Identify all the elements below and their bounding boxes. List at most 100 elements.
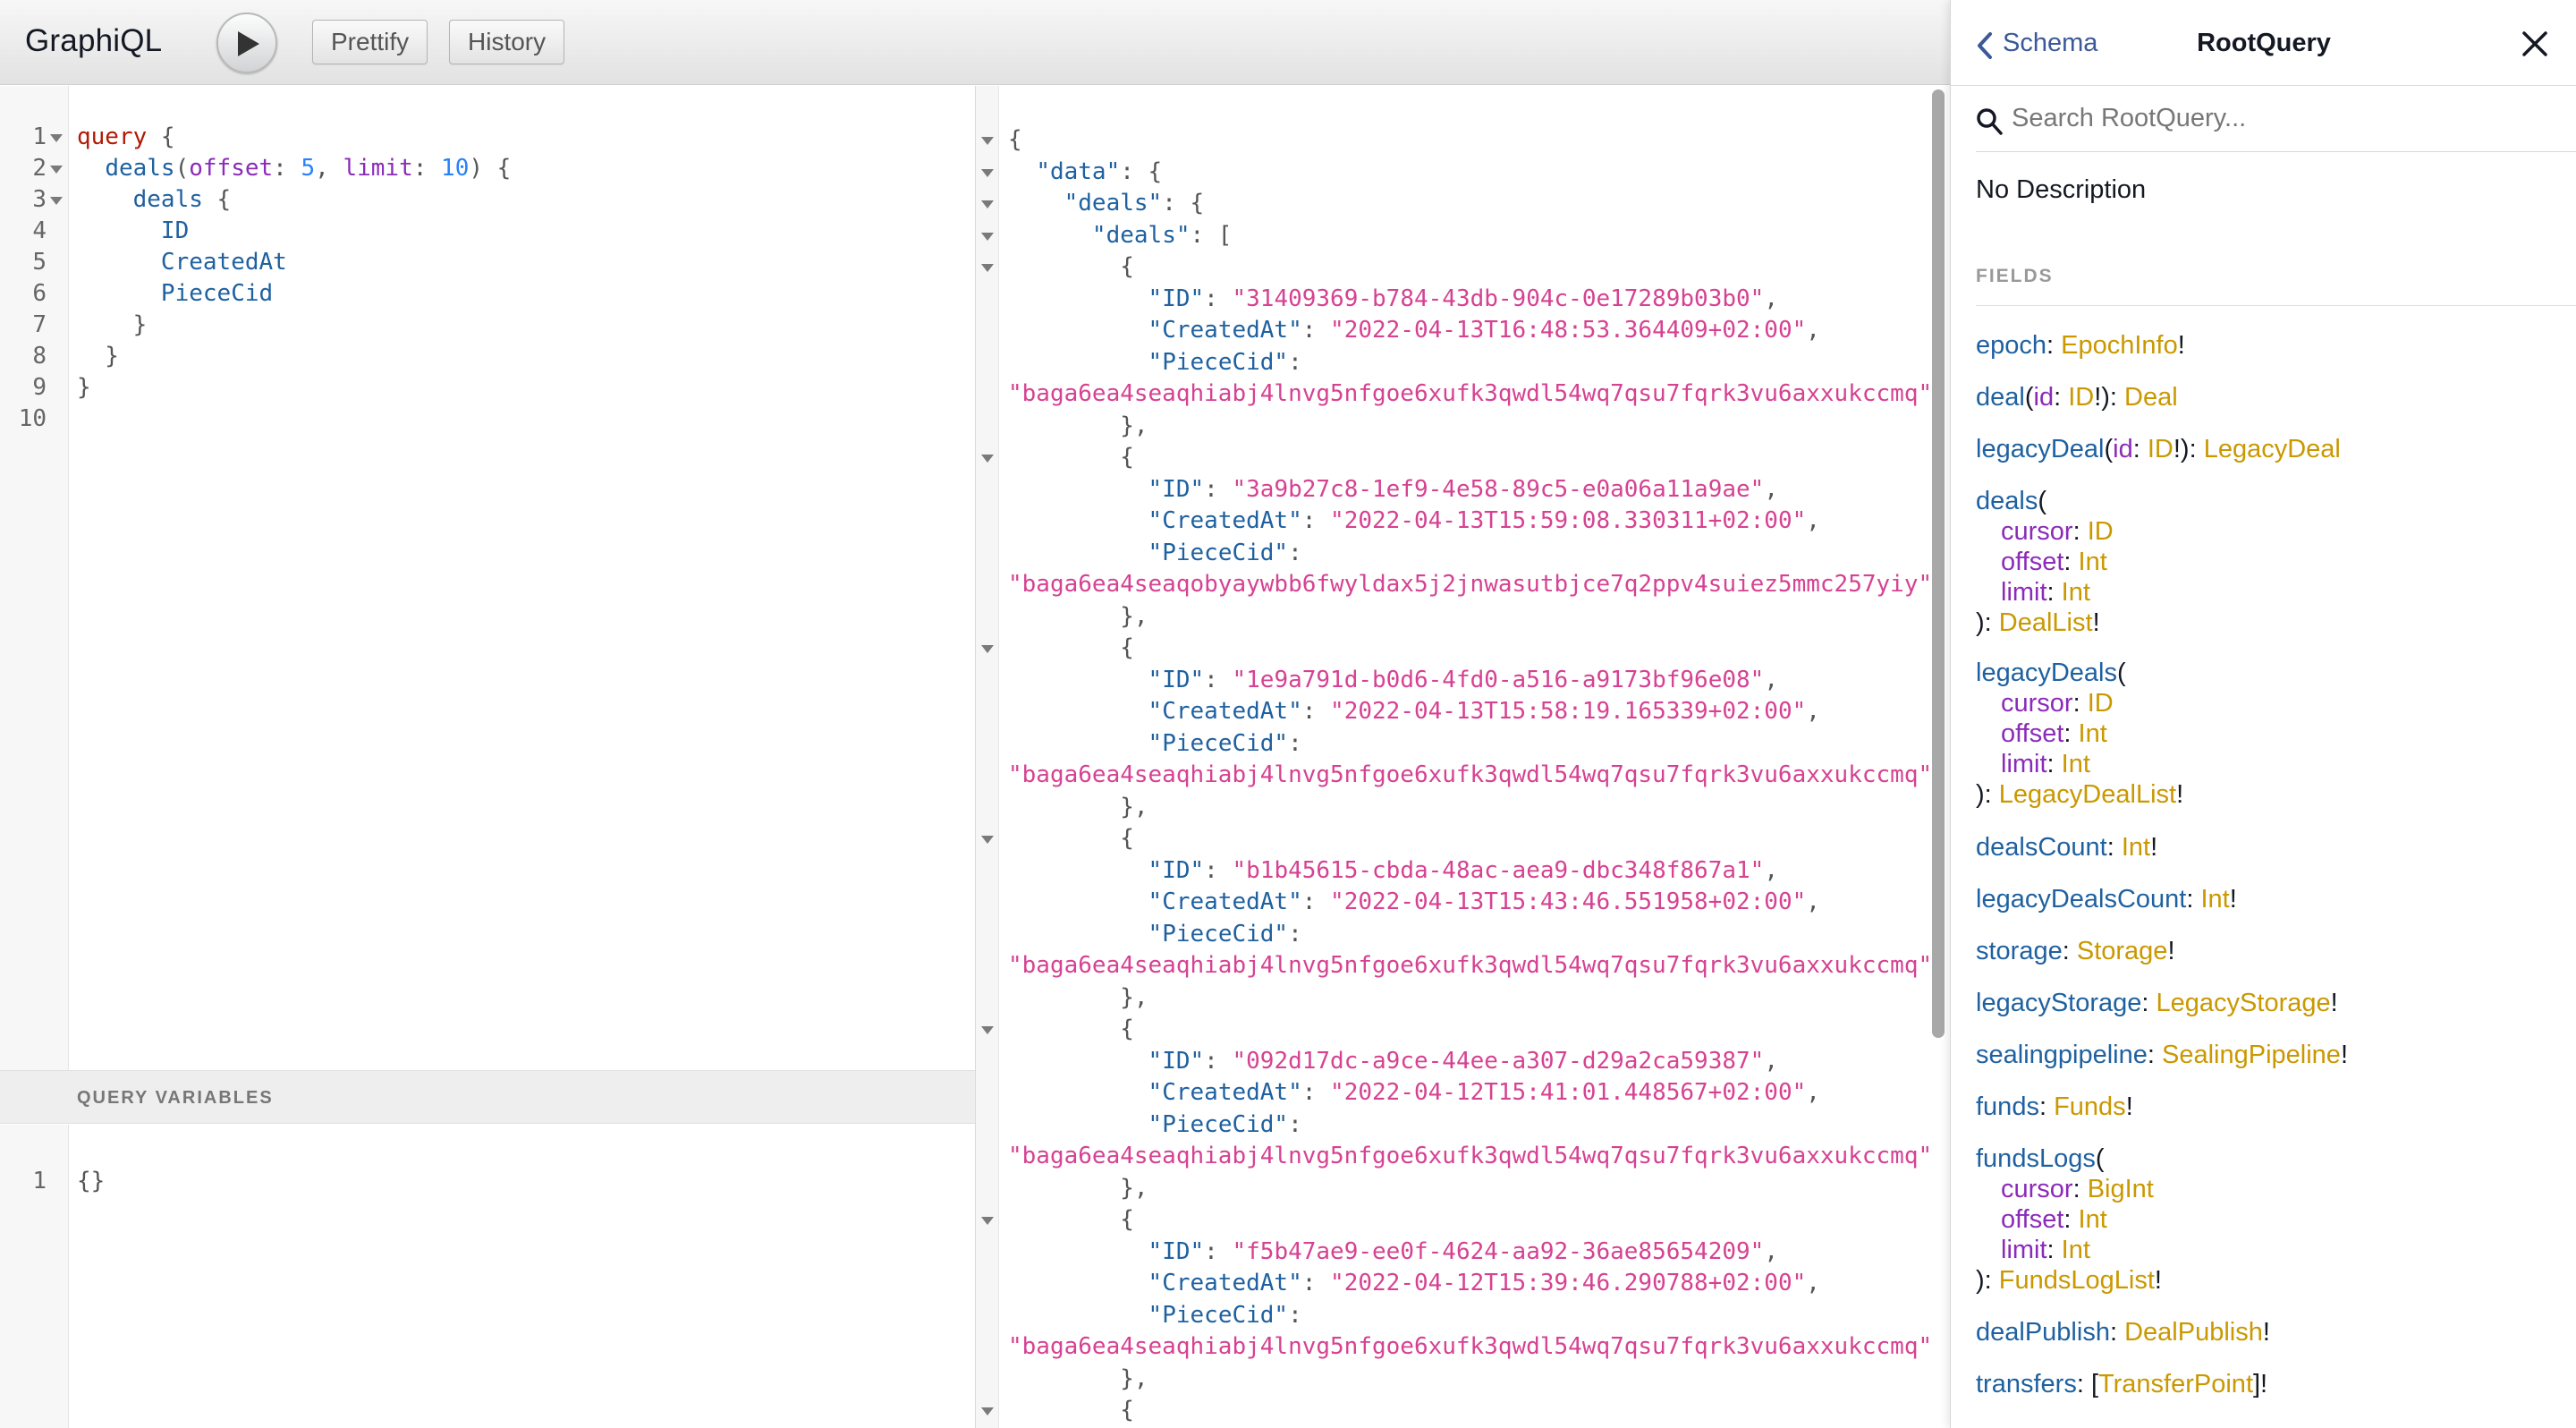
query-editor[interactable]: 1 query { 2 deals(offset: 5, limit: 10) …	[0, 86, 975, 1070]
code-text: {	[1008, 1016, 1134, 1042]
code-text: "baga6ea4seaqhiabj4lnvg5nfgoe6xufk3qwdl5…	[1008, 1333, 1932, 1360]
json-key: "data"	[1036, 157, 1121, 185]
field-name-link[interactable]: legacyDeal	[1976, 435, 2104, 463]
argument-token: offset	[189, 155, 274, 182]
type-link[interactable]: DealList	[1999, 608, 2093, 637]
result-line: "baga6ea4seaqhiabj4lnvg5nfgoe6xufk3qwdl5…	[976, 380, 1950, 412]
type-link[interactable]: ID	[2088, 689, 2114, 718]
type-link[interactable]: Int	[2062, 578, 2090, 607]
fold-arrow-icon[interactable]	[981, 232, 994, 241]
json-key: "PieceCid"	[1148, 729, 1289, 757]
type-link[interactable]: ID	[2148, 435, 2174, 463]
line-number: 3	[32, 186, 47, 213]
json-key: "CreatedAt"	[1148, 1079, 1302, 1106]
number-token: 10	[441, 155, 470, 182]
type-link[interactable]: Storage	[2077, 937, 2168, 965]
code-text: "ID": "f5b47ae9-ee0f-4624-aa92-36ae85654…	[1148, 1237, 1778, 1265]
result-viewer[interactable]: { "data": { "deals": { "deals": [ { "ID"…	[975, 86, 1950, 1428]
field-name-link[interactable]: deals	[1976, 487, 2038, 515]
field-name-link[interactable]: fundsLogs	[1976, 1144, 2096, 1173]
json-key: "PieceCid"	[1148, 920, 1289, 948]
type-link[interactable]: Int	[2062, 750, 2090, 778]
type-link[interactable]: LegacyDeal	[2204, 435, 2341, 463]
code-text: "ID": "092d17dc-a9ce-44ee-a307-d29a2ca59…	[1148, 1047, 1778, 1075]
fold-arrow-icon[interactable]	[981, 137, 994, 145]
result-line: "PieceCid":	[976, 730, 1950, 761]
type-link[interactable]: Int	[2079, 548, 2107, 576]
field-name-link[interactable]: transfers	[1976, 1370, 2077, 1398]
field-name-link[interactable]: dealsCount	[1976, 833, 2107, 862]
query-variables-header[interactable]: QUERY VARIABLES	[0, 1070, 975, 1124]
prettify-button[interactable]: Prettify	[312, 20, 428, 64]
field-name-link[interactable]: legacyStorage	[1976, 989, 2141, 1017]
fold-arrow-icon[interactable]	[50, 197, 63, 205]
type-link[interactable]: LegacyStorage	[2157, 989, 2331, 1017]
type-link[interactable]: ID	[2088, 517, 2114, 546]
line-number: 4	[32, 217, 47, 244]
history-button[interactable]: History	[449, 20, 565, 64]
type-link[interactable]: Int	[2200, 885, 2229, 914]
field-name-link[interactable]: deal	[1976, 383, 2025, 412]
argument-name: id	[2033, 383, 2055, 412]
type-link[interactable]: Int	[2062, 1236, 2090, 1264]
fold-arrow-icon[interactable]	[981, 836, 994, 844]
fold-arrow-icon[interactable]	[981, 168, 994, 177]
result-line: "CreatedAt": "2022-04-12T15:41:01.448567…	[976, 1079, 1950, 1110]
result-scrollbar[interactable]	[1932, 89, 1945, 1038]
type-link[interactable]: TransferPoint	[2098, 1370, 2253, 1398]
field-token: ID	[160, 217, 190, 244]
fold-arrow-icon[interactable]	[50, 134, 63, 142]
type-link[interactable]: Int	[2122, 833, 2150, 862]
fold-arrow-icon[interactable]	[981, 1217, 994, 1225]
code-text: "ID": "31409369-b784-43db-904c-0e17289b0…	[1148, 285, 1778, 312]
fold-arrow-icon[interactable]	[981, 200, 994, 208]
type-link[interactable]: ID	[2068, 383, 2094, 412]
type-link[interactable]: LegacyDealList	[1999, 780, 2176, 809]
variables-editor[interactable]: 1 {}	[0, 1125, 975, 1428]
type-link[interactable]: BigInt	[2088, 1175, 2154, 1203]
field-name-link[interactable]: sealingpipeline	[1976, 1041, 2148, 1069]
fold-arrow-icon[interactable]	[981, 645, 994, 653]
close-docs-button[interactable]	[2521, 30, 2548, 57]
type-link[interactable]: EpochInfo	[2061, 331, 2178, 360]
field-name-link[interactable]: storage	[1976, 937, 2063, 965]
result-line: },	[976, 984, 1950, 1016]
type-link[interactable]: Int	[2079, 1205, 2107, 1234]
docs-search-input[interactable]	[2012, 100, 2566, 136]
result-line: "baga6ea4seaqhiabj4lnvg5nfgoe6xufk3qwdl5…	[976, 1333, 1950, 1364]
fold-arrow-icon[interactable]	[981, 1026, 994, 1034]
type-link[interactable]: DealPublish	[2124, 1318, 2263, 1347]
type-link[interactable]: Deal	[2124, 383, 2178, 412]
execute-query-button[interactable]	[216, 13, 277, 73]
docs-title: RootQuery	[2197, 29, 2331, 57]
code-text: },	[1008, 1174, 1148, 1202]
line-number: 9	[32, 374, 47, 401]
json-key: "CreatedAt"	[1148, 1270, 1302, 1296]
field-name-link[interactable]: dealPublish	[1976, 1318, 2110, 1347]
field-name-link[interactable]: funds	[1976, 1092, 2039, 1121]
field-name-link[interactable]: epoch	[1976, 331, 2046, 360]
type-link[interactable]: Funds	[2054, 1092, 2126, 1121]
code-text: {	[1008, 253, 1134, 280]
code-line: 1 {}	[0, 1168, 975, 1199]
fold-arrow-icon[interactable]	[981, 1407, 994, 1415]
json-string: "2022-04-12T15:39:46.290788+02:00"	[1330, 1270, 1807, 1296]
json-string: "2022-04-13T16:48:53.364409+02:00"	[1330, 317, 1807, 344]
fold-arrow-icon[interactable]	[50, 166, 63, 174]
type-link[interactable]: Int	[2079, 719, 2107, 748]
field-name-link[interactable]: legacyDealsCount	[1976, 885, 2186, 914]
type-link[interactable]: SealingPipeline	[2162, 1041, 2341, 1069]
json-string: "3a9b27c8-1ef9-4e58-89c5-e0a06a11a9ae"	[1232, 475, 1765, 503]
search-icon	[1977, 108, 2003, 135]
code-text: "CreatedAt": "2022-04-13T15:43:46.551958…	[1148, 888, 1820, 915]
field-name-link[interactable]: legacyDeals	[1976, 659, 2117, 687]
fold-arrow-icon[interactable]	[981, 455, 994, 463]
field-deals-count: dealsCount: Int!	[1976, 833, 2158, 862]
json-string: "baga6ea4seaqhiabj4lnvg5nfgoe6xufk3qwdl5…	[1008, 761, 1933, 788]
type-link[interactable]: FundsLogList	[1999, 1266, 2155, 1295]
argument-name: limit	[2001, 578, 2047, 607]
code-text: "baga6ea4seaqhiabj4lnvg5nfgoe6xufk3qwdl5…	[1008, 1143, 1932, 1169]
result-line: },	[976, 603, 1950, 634]
result-line: {	[976, 1397, 1950, 1428]
fold-arrow-icon[interactable]	[981, 264, 994, 272]
